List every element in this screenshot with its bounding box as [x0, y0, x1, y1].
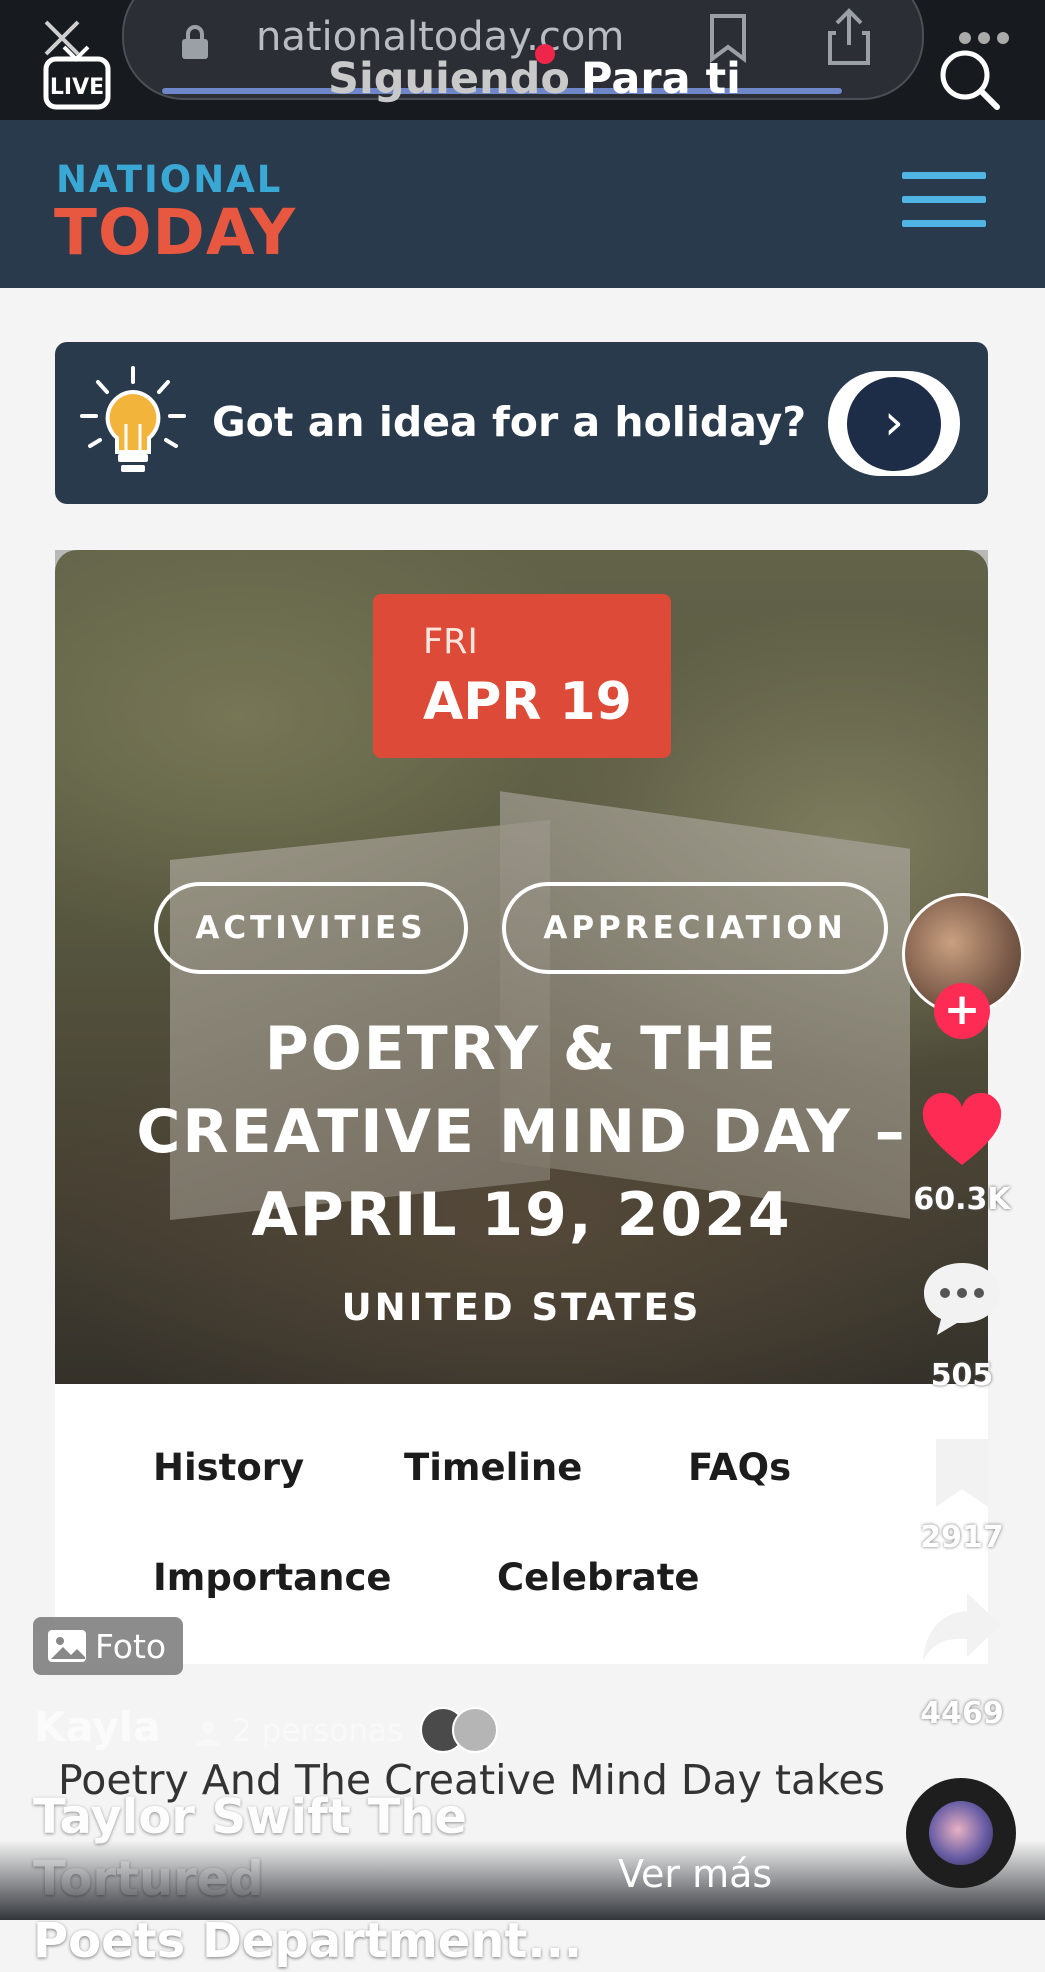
banner-text[interactable]: Got an idea for a holiday? — [212, 398, 806, 446]
tagged-avatar-2[interactable] — [452, 1707, 498, 1753]
bottom-nav-fade — [0, 1840, 1045, 1920]
heart-icon[interactable] — [920, 1092, 1004, 1168]
photo-badge[interactable]: Foto — [33, 1617, 183, 1675]
lightbulb-icon — [78, 364, 188, 482]
svg-text:LIVE: LIVE — [50, 75, 104, 100]
share-arrow-icon[interactable] — [920, 1588, 1004, 1666]
person-icon — [195, 1718, 221, 1748]
nav-celebrate[interactable]: Celebrate — [497, 1556, 700, 1599]
search-icon[interactable] — [936, 46, 1002, 112]
author-name[interactable]: Kayla — [34, 1703, 161, 1751]
tagged-people[interactable]: 2 personas — [232, 1713, 403, 1749]
holiday-title: POETRY & THE CREATIVE MIND DAY – APRIL 1… — [55, 1008, 988, 1257]
logo-line2[interactable]: TODAY — [54, 196, 296, 269]
tab-for-you[interactable]: Para ti — [581, 54, 741, 104]
nav-faqs[interactable]: FAQs — [688, 1446, 791, 1489]
nav-timeline[interactable]: Timeline — [404, 1446, 582, 1489]
section-nav-card — [55, 1384, 988, 1664]
chevron-right-icon[interactable]: › — [847, 377, 941, 471]
title-line: POETRY & THE — [264, 1014, 779, 1084]
tag-appreciation[interactable]: APPRECIATION — [502, 882, 888, 974]
comment-count: 505 — [930, 1358, 994, 1393]
title-line: CREATIVE MIND DAY – — [136, 1097, 907, 1167]
logo-line1[interactable]: NATIONAL — [56, 158, 282, 201]
photo-badge-label: Foto — [95, 1626, 167, 1666]
see-more-button[interactable]: Ver más — [618, 1852, 772, 1896]
comment-icon[interactable] — [920, 1258, 1004, 1338]
country-label: UNITED STATES — [341, 1286, 702, 1329]
nav-importance[interactable]: Importance — [153, 1556, 392, 1599]
tab-following[interactable]: Siguiendo — [328, 54, 570, 104]
photo-icon — [48, 1630, 86, 1662]
save-count: 2917 — [920, 1520, 1004, 1555]
follow-button[interactable]: + — [934, 983, 990, 1039]
date-value: APR 19 — [423, 672, 632, 732]
nav-history[interactable]: History — [153, 1446, 304, 1489]
date-day-of-week: FRI — [423, 622, 478, 662]
share-browser-icon[interactable] — [822, 6, 876, 68]
title-line: APRIL 19, 2024 — [251, 1180, 792, 1250]
menu-icon[interactable] — [902, 172, 986, 228]
music-cover — [929, 1801, 993, 1865]
more-icon[interactable] — [958, 30, 1010, 46]
share-count: 4469 — [920, 1696, 1004, 1731]
live-icon[interactable]: LIVE — [40, 40, 114, 112]
lock-icon — [178, 22, 212, 62]
tag-activities[interactable]: ACTIVITIES — [154, 882, 468, 974]
like-count: 60.3K — [913, 1182, 1011, 1217]
bookmark-save-icon[interactable] — [928, 1434, 996, 1512]
